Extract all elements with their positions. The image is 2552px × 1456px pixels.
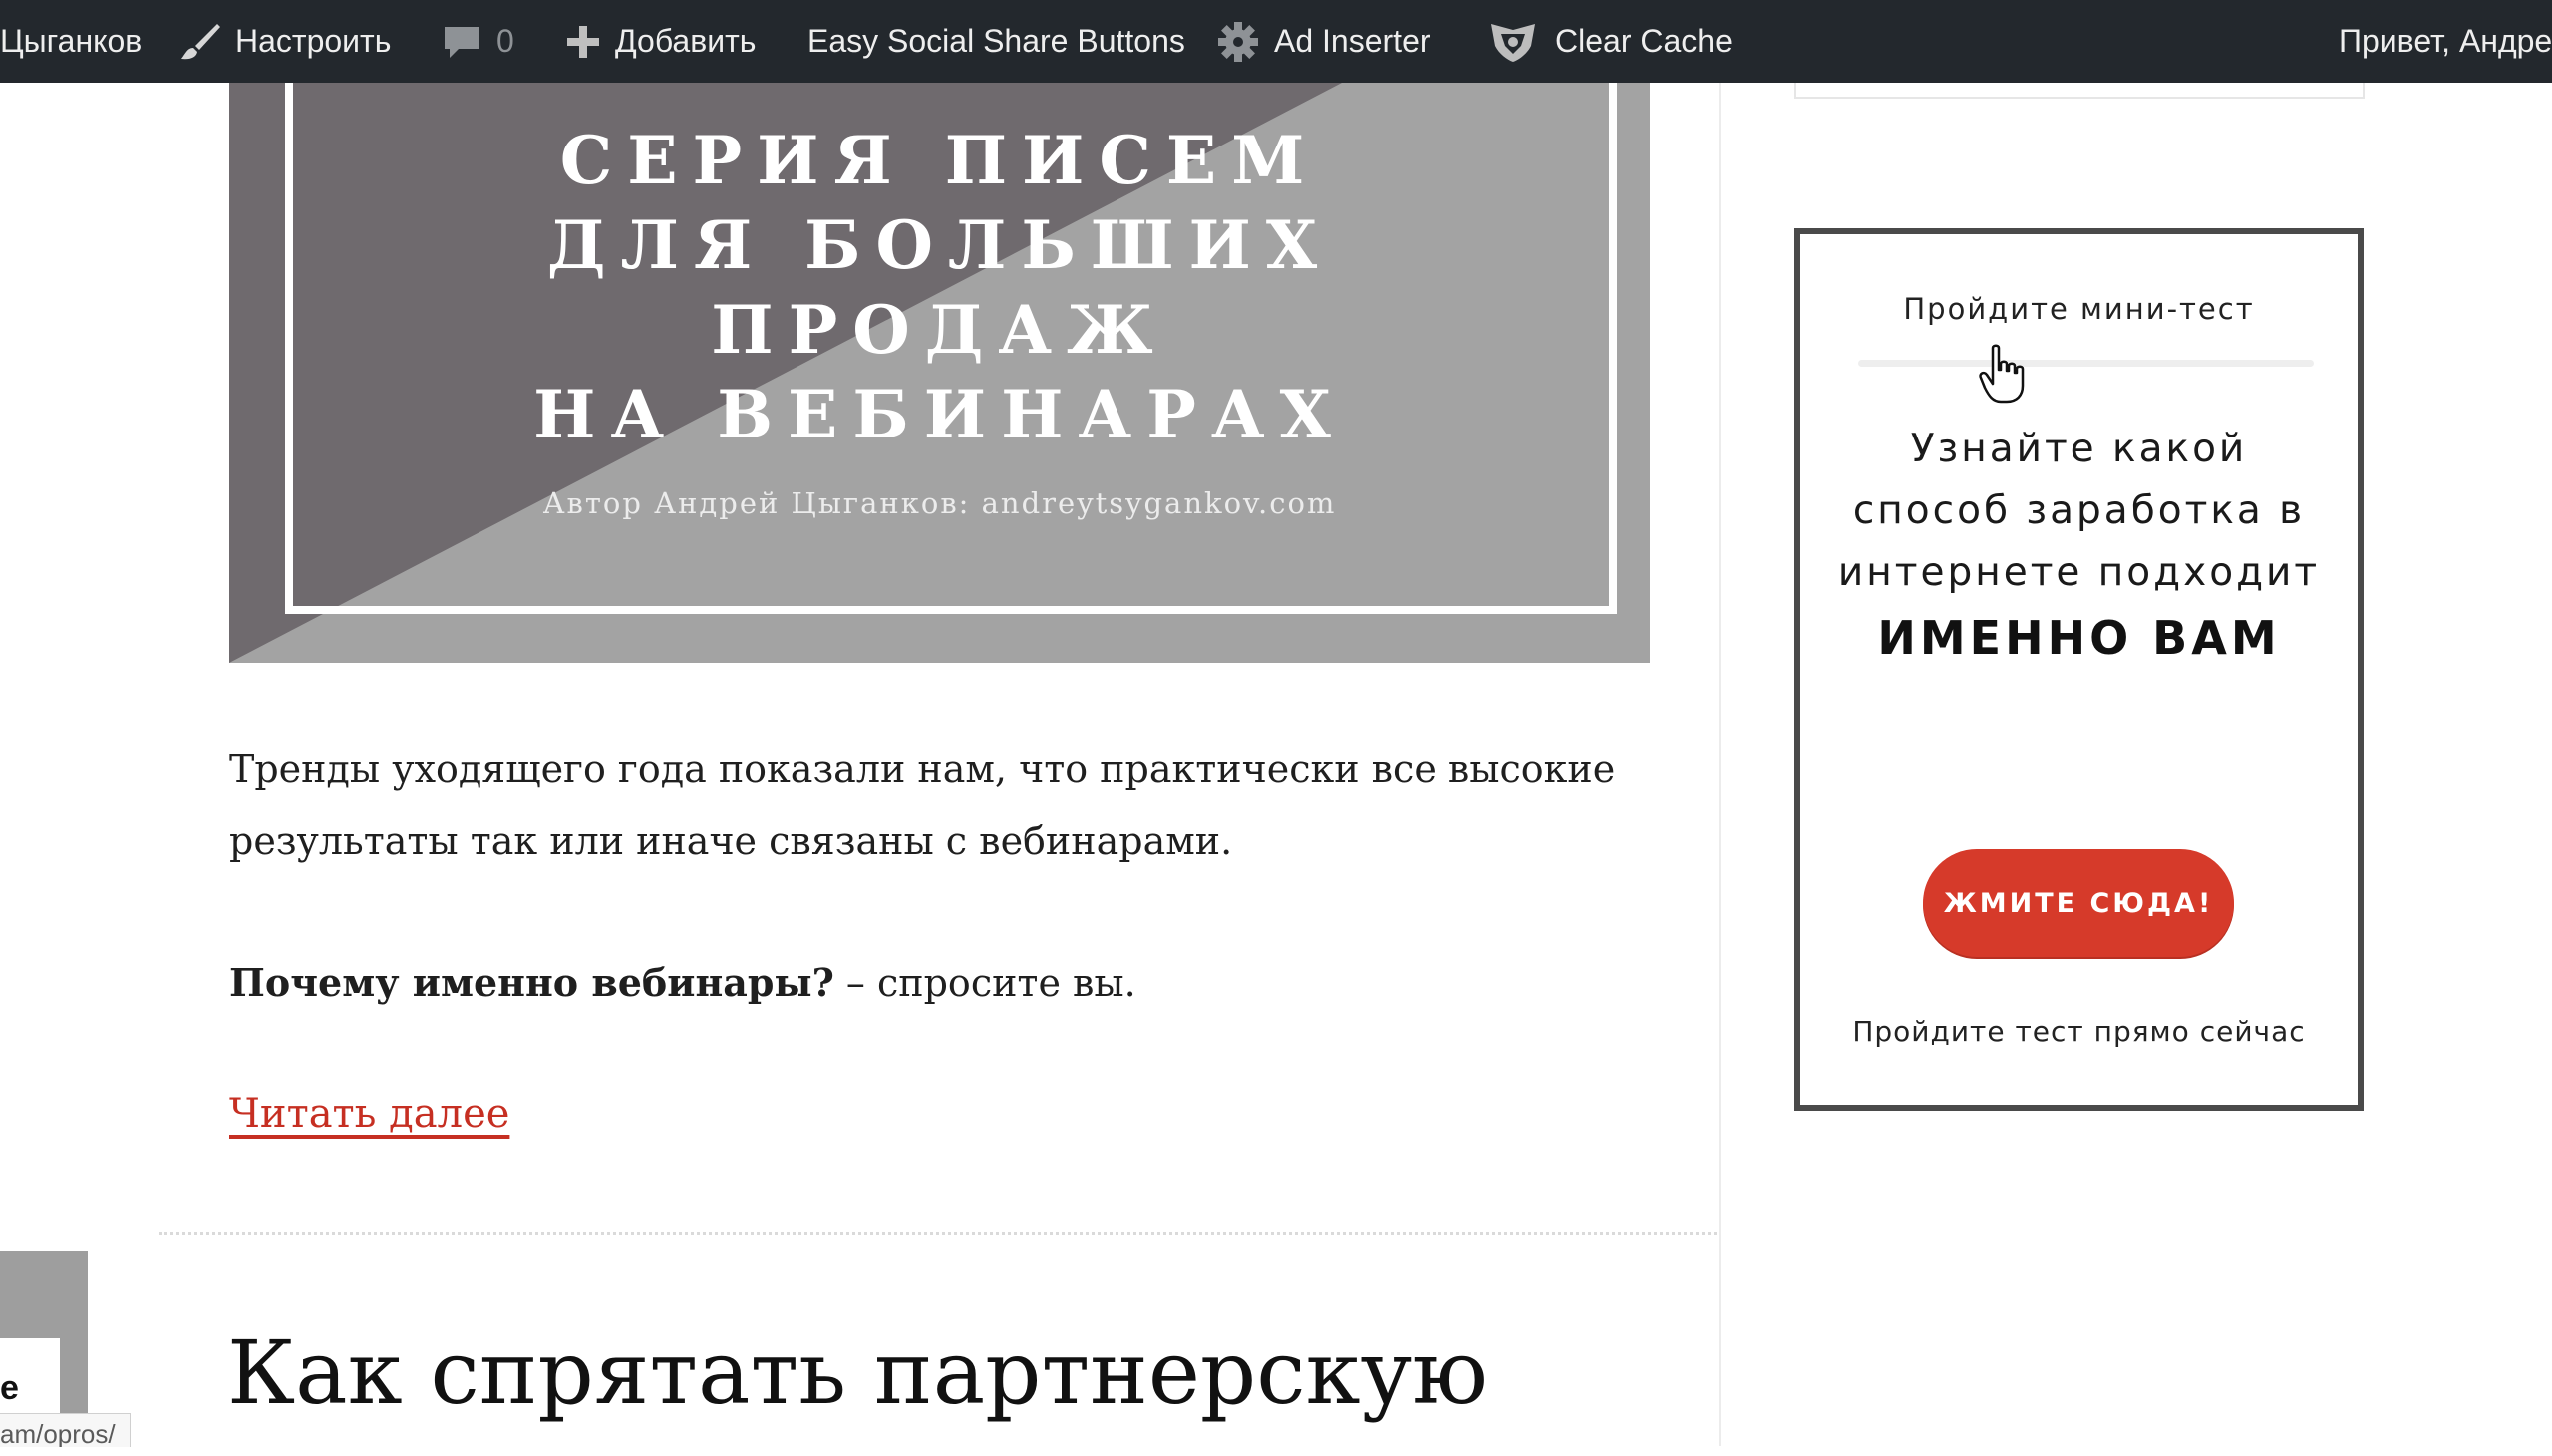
post-divider <box>160 1232 1717 1235</box>
comments-count: 0 <box>496 23 514 59</box>
question-bold: Почему именно вебинары? <box>229 960 834 1005</box>
ad-inserter-label: Ad Inserter <box>1274 23 1431 59</box>
clear-cache-menu[interactable]: Clear Cache <box>1485 0 1733 83</box>
site-name-menu[interactable]: Цыганков <box>0 0 142 83</box>
site-name-label: Цыганков <box>0 23 143 59</box>
essb-menu[interactable]: Easy Social Share Buttons <box>807 0 1185 83</box>
quiz-lead-line: Узнайте какой <box>1910 427 2248 471</box>
comment-bubble-icon <box>441 21 482 63</box>
sidebar-widget-previous <box>1794 83 2365 99</box>
quiz-footer: Пройдите тест прямо сейчас <box>1852 1016 2306 1048</box>
question-rest: – спросите вы. <box>833 961 1136 1005</box>
quiz-lead-line: интернете подходит <box>1837 550 2321 595</box>
plus-icon <box>565 24 601 60</box>
quiz-cta-button[interactable]: ЖМИТЕ СЮДА! <box>1923 849 2234 957</box>
excerpt-line: результаты так или иначе связаны с вебин… <box>229 819 1233 863</box>
quiz-divider-bar <box>1858 360 2314 367</box>
add-new-menu[interactable]: Добавить <box>565 0 756 83</box>
greeting-label: Привет, Андре <box>2339 23 2552 59</box>
customize-label: Настроить <box>235 23 392 59</box>
customize-menu[interactable]: Настроить <box>179 0 391 83</box>
account-menu[interactable]: Привет, Андре <box>2339 0 2552 83</box>
excerpt-line: Тренды уходящего года показали нам, что … <box>229 747 1616 791</box>
featured-image[interactable]: СЕРИЯ ПИСЕМ ДЛЯ БОЛЬШИХ ПРОДАЖ НА ВЕБИНА… <box>229 83 1650 663</box>
paintbrush-icon <box>179 21 221 63</box>
column-divider <box>1719 83 1721 1446</box>
post-question: Почему именно вебинары? – спросите вы. <box>229 947 1665 1019</box>
clear-cache-label: Clear Cache <box>1555 23 1733 59</box>
add-new-label: Добавить <box>615 23 757 59</box>
ad-inserter-menu[interactable]: Ad Inserter <box>1216 0 1431 83</box>
essb-label: Easy Social Share Buttons <box>807 23 1185 59</box>
cache-shield-icon <box>1485 20 1541 64</box>
admin-bar: Цыганков Настроить 0 Добавить Easy Socia… <box>0 0 2552 83</box>
quiz-kicker: Пройдите мини-тест <box>1903 292 2255 326</box>
headline-line: СЕРИЯ ПИСЕМ <box>559 122 1320 199</box>
hand-pointer-cursor-icon <box>1979 344 2025 404</box>
headline-line: ПРОДАЖ <box>711 291 1168 369</box>
quiz-lead: Узнайте какой способ заработка в интерне… <box>1800 419 2358 604</box>
read-more-link[interactable]: Читать далее <box>229 1091 509 1137</box>
next-post-title[interactable]: Как спрятать партнерскую <box>227 1313 1488 1433</box>
status-bar-url: am/opros/ <box>0 1413 131 1447</box>
featured-image-author: Автор Андрей Цыганков: andreytsygankov.c… <box>542 486 1337 520</box>
thumbnail-letter: е <box>0 1369 19 1407</box>
headline-line: НА ВЕБИНАРАХ <box>533 376 1346 453</box>
headline-line: ДЛЯ БОЛЬШИХ <box>546 206 1333 284</box>
quiz-emphasis: ИМЕННО ВАМ <box>1877 611 2281 665</box>
quiz-widget: Пройдите мини-тест Узнайте какой способ … <box>1794 228 2364 1111</box>
gear-icon <box>1216 20 1260 64</box>
quiz-lead-line: способ заработка в <box>1852 488 2306 533</box>
post-excerpt: Тренды уходящего года показали нам, что … <box>229 733 1665 877</box>
comments-menu[interactable]: 0 <box>441 0 514 83</box>
featured-image-headline: СЕРИЯ ПИСЕМ ДЛЯ БОЛЬШИХ ПРОДАЖ НА ВЕБИНА… <box>229 83 1650 457</box>
